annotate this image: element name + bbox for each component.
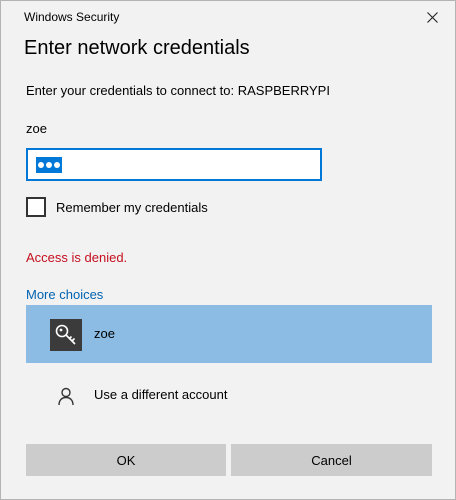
- account-choice-different[interactable]: Use a different account: [26, 367, 432, 425]
- remember-label: Remember my credentials: [56, 199, 208, 215]
- title-bar: Windows Security: [1, 1, 455, 33]
- checkbox-box[interactable]: [26, 197, 46, 217]
- account-choice-label: Use a different account: [94, 387, 228, 402]
- account-choice-zoe[interactable]: zoe: [26, 305, 432, 363]
- password-masked-value: [36, 157, 62, 173]
- cancel-button[interactable]: Cancel: [231, 444, 432, 476]
- person-icon: [58, 387, 74, 406]
- credentials-dialog: Windows Security Enter network credentia…: [0, 0, 456, 500]
- dialog-heading: Enter network credentials: [24, 37, 250, 59]
- close-icon: [426, 11, 438, 23]
- account-choice-label: zoe: [94, 326, 115, 341]
- more-choices-link[interactable]: More choices: [26, 287, 103, 302]
- key-icon: [50, 319, 82, 351]
- remember-credentials-checkbox[interactable]: Remember my credentials: [26, 197, 208, 217]
- username-label: zoe: [26, 121, 47, 136]
- connect-prompt: Enter your credentials to connect to: RA…: [26, 83, 330, 98]
- error-message: Access is denied.: [26, 250, 128, 265]
- ok-button[interactable]: OK: [26, 444, 226, 476]
- password-field[interactable]: [26, 148, 322, 181]
- window-title: Windows Security: [24, 10, 120, 24]
- close-button[interactable]: [409, 1, 455, 33]
